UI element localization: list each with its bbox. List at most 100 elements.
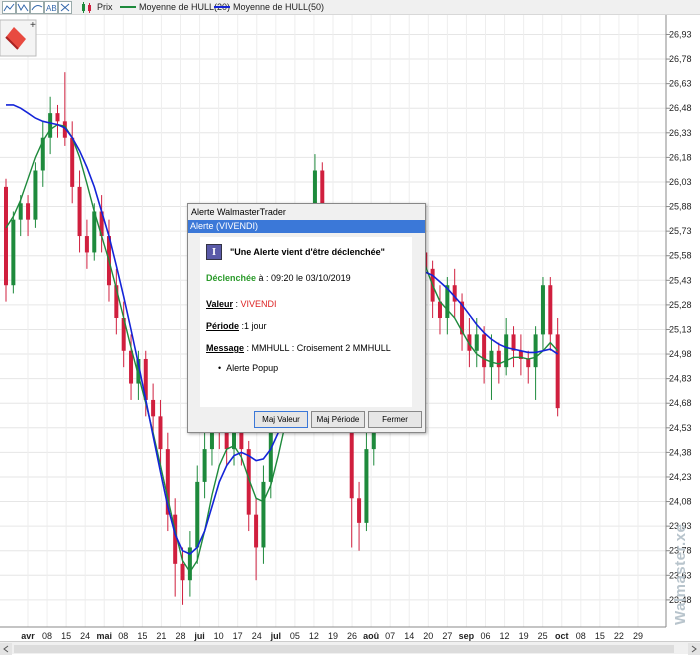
info-icon: I — [206, 244, 222, 260]
x-tick-label: avr — [21, 631, 35, 641]
bullet-item: • Alerte Popup — [218, 363, 278, 373]
x-tick-label: 22 — [614, 631, 624, 641]
x-tick-label: jul — [270, 631, 282, 641]
fermer-button[interactable]: Fermer — [368, 411, 422, 428]
x-tick-label: 08 — [118, 631, 128, 641]
message-label: Message — [206, 343, 245, 353]
y-tick-label: 26,48 — [669, 103, 692, 113]
dialog-subtitle: Alerte (VIVENDI) — [188, 220, 425, 233]
y-tick-label: 25,88 — [669, 202, 692, 212]
y-tick-label: 26,63 — [669, 79, 692, 89]
triggered-label: Déclenchée — [206, 273, 257, 283]
bullet-icon: • — [218, 363, 227, 373]
candlestick-icon — [82, 1, 91, 13]
y-tick-label: 24,83 — [669, 374, 692, 384]
period-row: Période :1 jour — [206, 321, 267, 331]
x-tick-label: 29 — [633, 631, 643, 641]
x-tick-label: oct — [555, 631, 569, 641]
scroll-left-icon[interactable] — [0, 643, 12, 655]
x-tick-label: 15 — [137, 631, 147, 641]
y-tick-label: 25,13 — [669, 324, 692, 334]
x-tick-label: 17 — [233, 631, 243, 641]
candle — [4, 178, 8, 302]
x-tick-label: 28 — [175, 631, 185, 641]
scroll-thumb[interactable] — [14, 645, 674, 653]
legend-item-price: Prix — [80, 1, 113, 13]
x-tick-label: mai — [96, 631, 112, 641]
x-tick-label: 06 — [480, 631, 490, 641]
y-tick-label: 25,73 — [669, 226, 692, 236]
value-value: VIVENDI — [240, 299, 277, 309]
alert-dialog: Alerte WalmasterTrader Alerte (VIVENDI) … — [187, 203, 426, 433]
line-tool-icon[interactable] — [2, 1, 16, 14]
x-tick-label: 12 — [500, 631, 510, 641]
x-tick-label: 25 — [538, 631, 548, 641]
y-tick-label: 25,28 — [669, 300, 692, 310]
dialog-body: I "Une Alerte vient d'être déclenchée" D… — [200, 237, 412, 407]
message-row: Message : MMHULL : Croisement 2 MMHULL — [206, 343, 391, 353]
y-tick-label: 25,58 — [669, 251, 692, 261]
x-tick-label: aoû — [363, 631, 379, 641]
y-tick-label: 24,68 — [669, 398, 692, 408]
x-tick-label: sep — [459, 631, 475, 641]
x-tick-label: 15 — [595, 631, 605, 641]
x-tick-label: 14 — [404, 631, 414, 641]
message-value: : MMHULL : Croisement 2 MMHULL — [244, 343, 391, 353]
y-tick-label: 26,03 — [669, 177, 692, 187]
x-tick-label: 19 — [519, 631, 529, 641]
svg-text:AB: AB — [46, 4, 57, 13]
y-tick-label: 26,93 — [669, 29, 692, 39]
x-tick-label: 10 — [214, 631, 224, 641]
x-tick-label: 21 — [156, 631, 166, 641]
x-tick-label: 19 — [328, 631, 338, 641]
x-tick-label: jui — [193, 631, 205, 641]
x-tick-label: 24 — [252, 631, 262, 641]
watermark: Walmaster.xe — [672, 523, 689, 625]
svg-text:+: + — [30, 20, 36, 31]
x-tick-label: 07 — [385, 631, 395, 641]
legend-label: Prix — [97, 2, 113, 12]
legend-swatch — [120, 6, 136, 8]
triggered-value: à : 09:20 le 03/10/2019 — [256, 273, 351, 283]
x-tick-label: 05 — [290, 631, 300, 641]
x-tick-label: 27 — [442, 631, 452, 641]
chart-legend-bar: AB Prix Moyenne de HULL(20) Moyenne de H… — [0, 0, 700, 15]
alert-headline: "Une Alerte vient d'être déclenchée" — [230, 247, 385, 257]
dialog-title: Alerte WalmasterTrader — [191, 207, 286, 217]
x-tick-label: 24 — [80, 631, 90, 641]
x-tick-label: 20 — [423, 631, 433, 641]
draw-tool-icon[interactable] — [30, 1, 44, 14]
bullet-text: Alerte Popup — [226, 363, 279, 373]
y-tick-label: 26,33 — [669, 128, 692, 138]
x-tick-label: 08 — [42, 631, 52, 641]
legend-swatch — [214, 6, 230, 8]
text-tool-icon[interactable]: AB — [44, 1, 58, 14]
legend-label: Moyenne de HULL(50) — [233, 2, 325, 12]
period-label: Période — [206, 321, 240, 331]
x-tick-label: 08 — [576, 631, 586, 641]
horizontal-scrollbar[interactable] — [0, 641, 700, 655]
x-tick-label: 12 — [309, 631, 319, 641]
triggered-row: Déclenchée à : 09:20 le 03/10/2019 — [206, 273, 351, 283]
y-tick-label: 26,18 — [669, 152, 692, 162]
y-tick-label: 24,38 — [669, 447, 692, 457]
y-tick-label: 25,43 — [669, 275, 692, 285]
maj-periode-button[interactable]: Maj Période — [311, 411, 365, 428]
x-tick-label: 26 — [347, 631, 357, 641]
candle — [33, 162, 38, 228]
value-label: Valeur — [206, 299, 234, 309]
period-value: :1 jour — [239, 321, 267, 331]
alert-bell-icon[interactable]: + — [0, 19, 37, 57]
value-row: Valeur : VIVENDI — [206, 299, 277, 309]
cross-tool-icon[interactable] — [58, 1, 72, 14]
y-tick-label: 24,53 — [669, 423, 692, 433]
x-tick-label: 15 — [61, 631, 71, 641]
y-tick-label: 24,23 — [669, 472, 692, 482]
maj-valeur-button[interactable]: Maj Valeur — [254, 411, 308, 428]
zoom-tool-icon[interactable] — [16, 1, 30, 14]
y-tick-label: 26,78 — [669, 54, 692, 64]
y-tick-label: 24,08 — [669, 497, 692, 507]
y-tick-label: 24,98 — [669, 349, 692, 359]
candle — [11, 211, 16, 294]
scroll-right-icon[interactable] — [688, 643, 700, 655]
